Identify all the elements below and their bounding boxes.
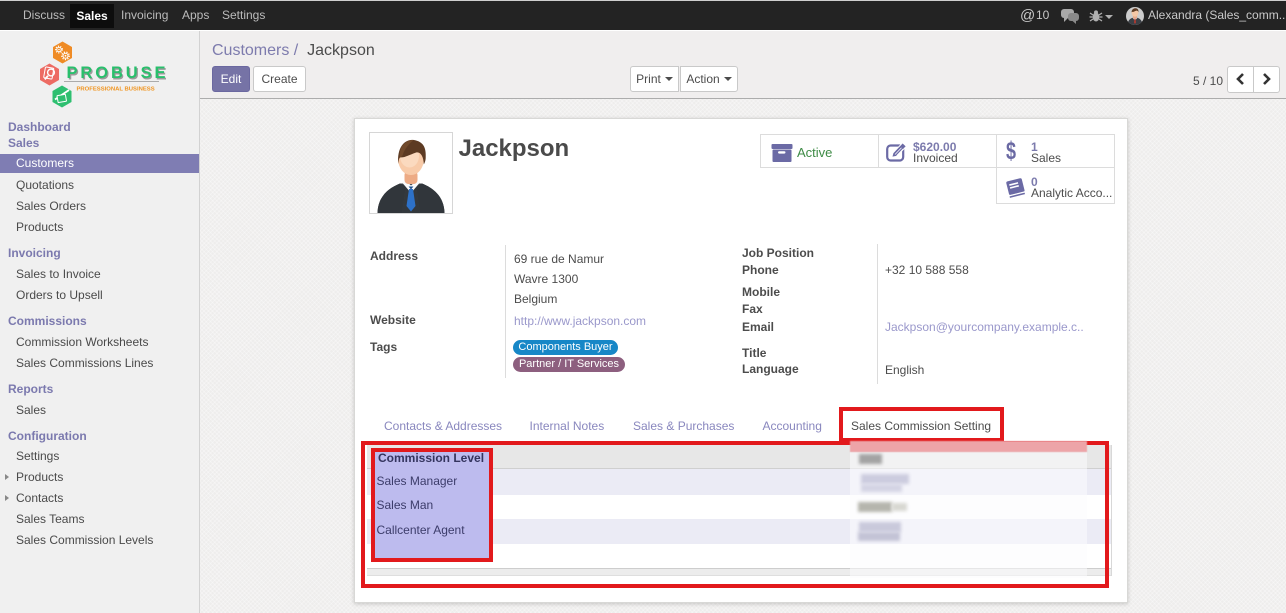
svg-text:PROBUSE: PROBUSE: [67, 64, 169, 82]
svg-text:PROFESSIONAL BUSINESS: PROFESSIONAL BUSINESS: [77, 87, 155, 93]
